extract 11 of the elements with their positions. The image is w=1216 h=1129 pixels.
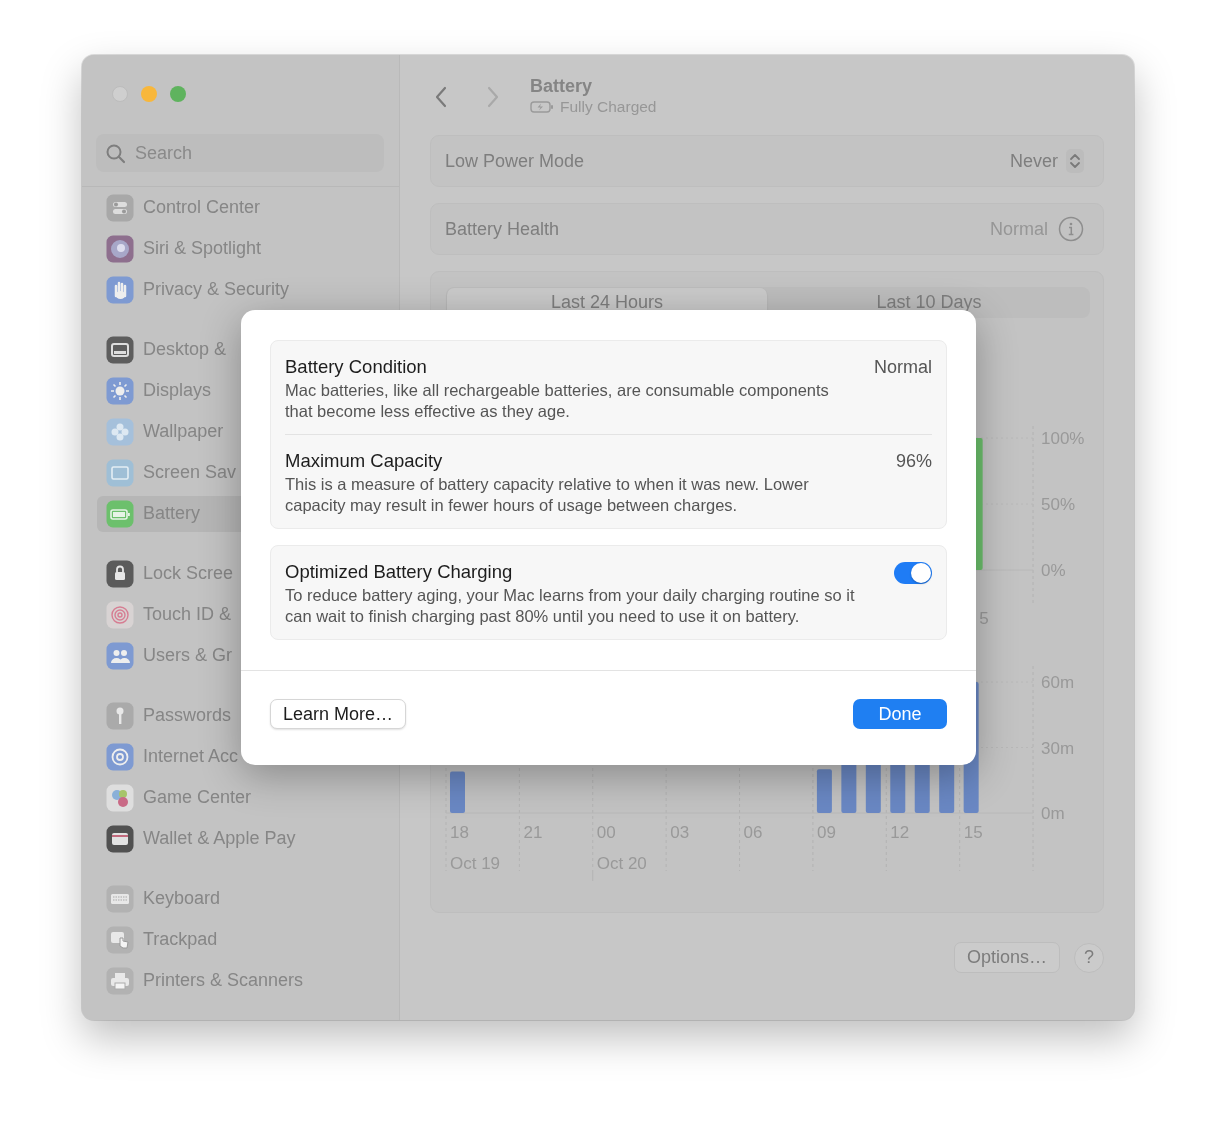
setting-label: Battery Health (445, 218, 561, 240)
row-description: Mac batteries, like all rechargeable batteries, are consumable components that become less effective as they age. (285, 380, 830, 421)
row-description: This is a measure of battery capacity relative to when it was new. Lower capacity may result in fewer hours of usage between charges. (285, 474, 810, 515)
row-title: Battery Condition (285, 355, 428, 379)
row-title: Maximum Capacity (285, 449, 444, 473)
row-value: 96% (895, 450, 932, 473)
page-title: Battery (530, 76, 594, 96)
row-description: To reduce battery aging, your Mac learns from your daily charging routine so it can wait to finish charging past 80% until you need to use it on battery. (285, 585, 856, 626)
row-title: Optimized Battery Charging (285, 560, 514, 584)
row-value: Normal (874, 356, 932, 379)
setting-label: Low Power Mode (445, 150, 586, 172)
